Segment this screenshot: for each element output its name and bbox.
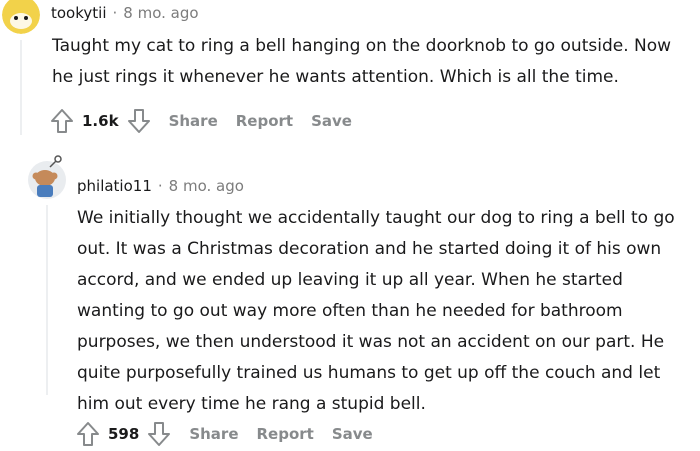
- downvote-arrow-icon[interactable]: [127, 108, 151, 134]
- comment-timestamp[interactable]: 8 mo. ago: [123, 4, 198, 22]
- snoo-avatar-icon: [28, 155, 66, 199]
- comment-body-line: We initially thought we accidentally tau…: [77, 208, 675, 228]
- thread-line[interactable]: [20, 40, 22, 135]
- save-button[interactable]: Save: [332, 425, 373, 443]
- report-button[interactable]: Report: [257, 425, 314, 443]
- user-avatar[interactable]: [2, 0, 40, 34]
- comment-username[interactable]: tookytii: [51, 4, 106, 22]
- comment-body: Taught my cat to ring a bell hanging on …: [52, 31, 671, 93]
- snoo-avatar-icon: [2, 0, 40, 34]
- user-avatar[interactable]: [27, 154, 67, 202]
- upvote-arrow-icon[interactable]: [50, 108, 74, 134]
- comment-body-line: he just rings it whenever he wants atten…: [52, 67, 619, 87]
- vote-score: 1.6k: [82, 112, 119, 130]
- vote-score: 598: [108, 425, 140, 443]
- save-button[interactable]: Save: [311, 112, 352, 130]
- share-button[interactable]: Share: [169, 112, 218, 130]
- comment-username[interactable]: philatio11: [77, 177, 152, 195]
- comment-body-line: Taught my cat to ring a bell hanging on …: [52, 36, 672, 56]
- comment-action-bar: 598 Share Report Save: [76, 419, 373, 449]
- share-button[interactable]: Share: [189, 425, 238, 443]
- comment-body-line: wanting to go out way more often than he…: [77, 301, 623, 321]
- comment-action-bar: 1.6k Share Report Save: [50, 106, 352, 136]
- upvote-arrow-icon[interactable]: [76, 421, 100, 447]
- report-button[interactable]: Report: [236, 112, 293, 130]
- comment-body: We initially thought we accidentally tau…: [77, 203, 675, 420]
- downvote-arrow-icon[interactable]: [147, 421, 171, 447]
- comment-body-line: quite purposefully trained us humans to …: [77, 363, 661, 383]
- meta-separator: ·: [112, 4, 118, 22]
- comment-timestamp[interactable]: 8 mo. ago: [169, 177, 244, 195]
- meta-separator: ·: [157, 177, 163, 195]
- comment-body-line: out. It was a Christmas decoration and h…: [77, 239, 662, 259]
- thread-line[interactable]: [46, 205, 48, 395]
- comment-body-line: him out every time he rang a stupid bell…: [77, 394, 426, 414]
- comment-body-line: accord, and we ended up leaving it up al…: [77, 270, 623, 290]
- comment-body-line: purposes, we then understood it was not …: [77, 332, 665, 352]
